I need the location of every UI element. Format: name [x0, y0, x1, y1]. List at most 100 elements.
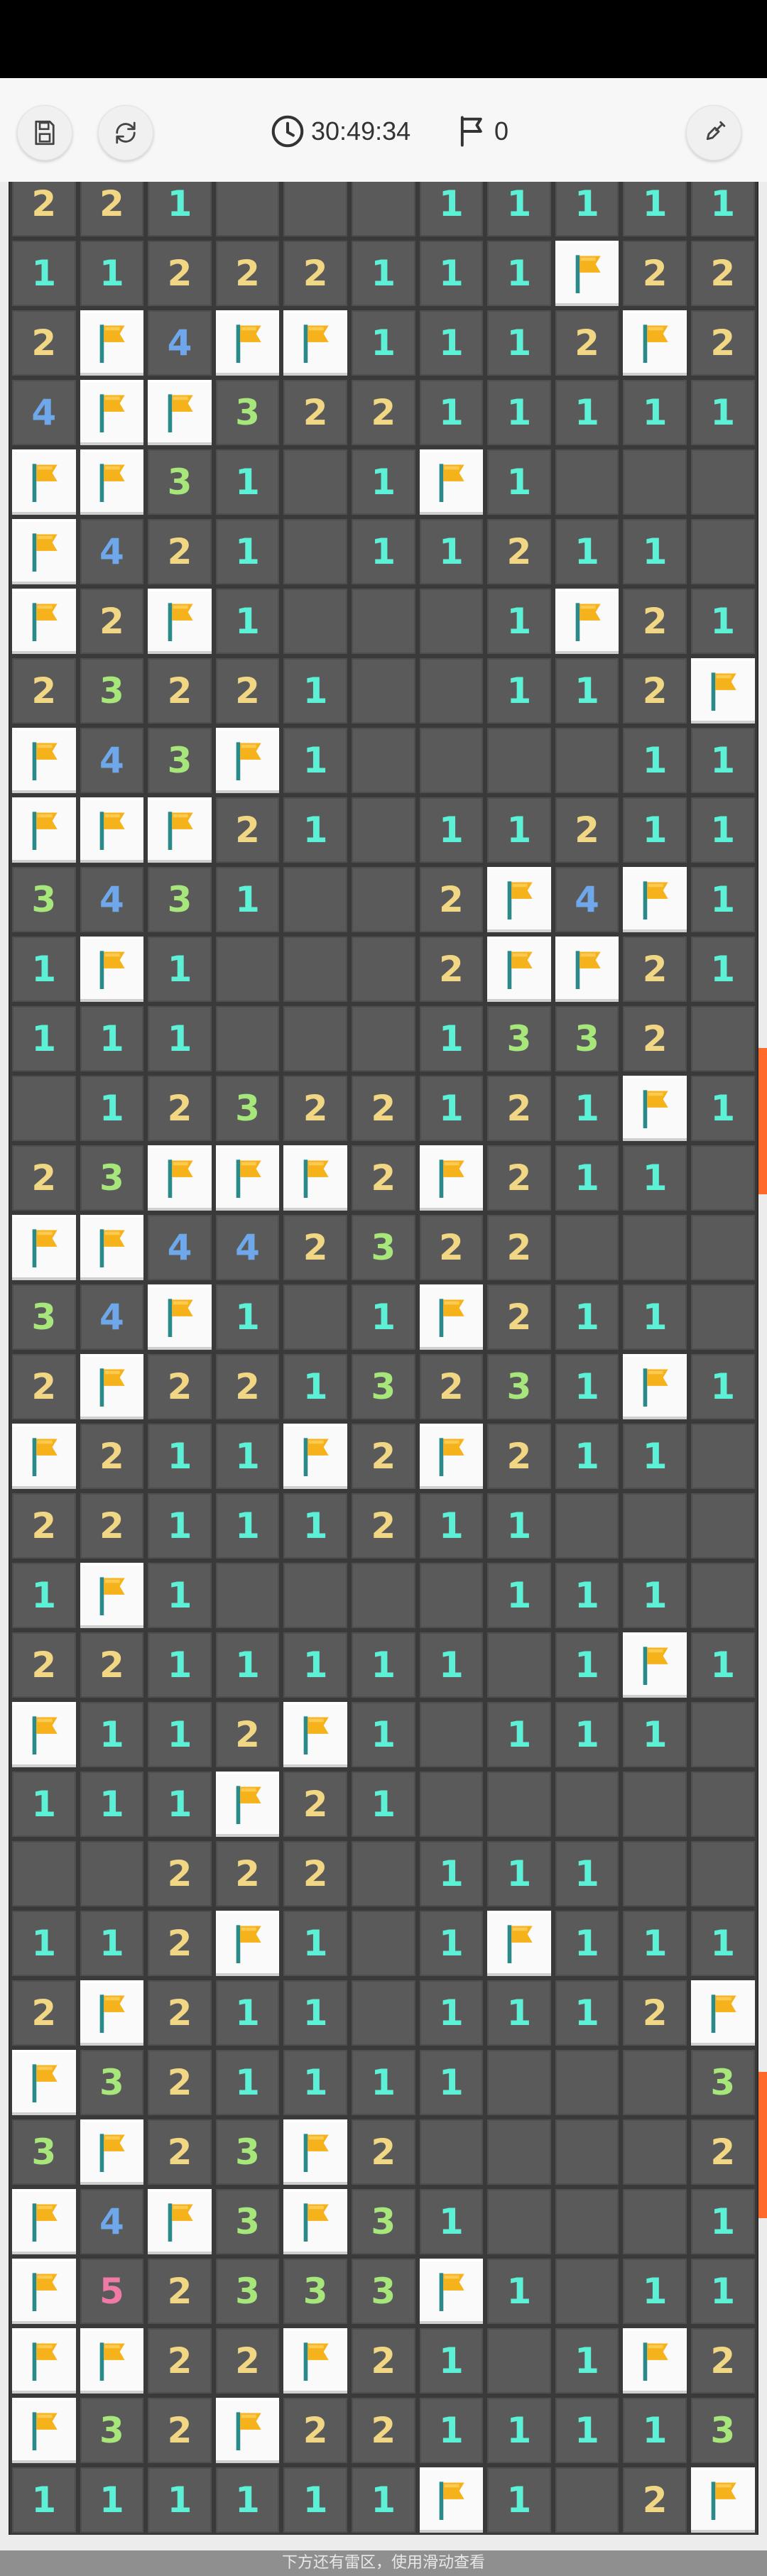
number-cell[interactable]: 2	[146, 2326, 214, 2396]
revealed-empty-cell[interactable]	[281, 1561, 349, 1630]
flagged-cell[interactable]	[213, 1909, 282, 1978]
revealed-empty-cell[interactable]	[349, 586, 418, 656]
number-cell[interactable]: 2	[281, 1074, 349, 1143]
number-cell[interactable]: 1	[621, 1909, 689, 1978]
number-cell[interactable]: 2	[77, 182, 146, 239]
number-cell[interactable]: 4	[146, 1213, 214, 1282]
revealed-empty-cell[interactable]	[553, 1213, 621, 1282]
number-cell[interactable]: 1	[688, 378, 757, 447]
number-cell[interactable]: 3	[553, 1004, 621, 1074]
number-cell[interactable]: 3	[213, 2117, 282, 2187]
number-cell[interactable]: 3	[485, 1004, 553, 1074]
revealed-empty-cell[interactable]	[349, 1839, 418, 1909]
number-cell[interactable]: 3	[10, 1282, 78, 1352]
revealed-empty-cell[interactable]	[417, 1769, 486, 1839]
number-cell[interactable]: 1	[553, 1700, 621, 1769]
number-cell[interactable]: 1	[553, 1630, 621, 1700]
revealed-empty-cell[interactable]	[213, 1004, 282, 1074]
number-cell[interactable]: 2	[213, 239, 282, 308]
revealed-empty-cell[interactable]	[349, 1978, 418, 2048]
flagged-cell[interactable]	[10, 517, 78, 586]
flagged-cell[interactable]	[281, 1143, 349, 1213]
flagged-cell[interactable]	[553, 586, 621, 656]
flagged-cell[interactable]	[621, 1630, 689, 1700]
number-cell[interactable]: 1	[213, 586, 282, 656]
flagged-cell[interactable]	[417, 1421, 486, 1491]
flagged-cell[interactable]	[553, 934, 621, 1004]
flagged-cell[interactable]	[146, 795, 214, 865]
flagged-cell[interactable]	[146, 1143, 214, 1213]
flagged-cell[interactable]	[553, 239, 621, 308]
number-cell[interactable]: 1	[213, 517, 282, 586]
number-cell[interactable]: 2	[146, 1074, 214, 1143]
revealed-empty-cell[interactable]	[485, 2117, 553, 2187]
number-cell[interactable]: 2	[213, 795, 282, 865]
number-cell[interactable]: 1	[213, 2465, 282, 2535]
revealed-empty-cell[interactable]	[10, 1074, 78, 1143]
flagged-cell[interactable]	[417, 447, 486, 517]
number-cell[interactable]: 1	[485, 378, 553, 447]
number-cell[interactable]: 2	[621, 2465, 689, 2535]
revealed-empty-cell[interactable]	[485, 2048, 553, 2117]
flagged-cell[interactable]	[77, 1561, 146, 1630]
number-cell[interactable]: 1	[485, 182, 553, 239]
number-cell[interactable]: 1	[417, 1074, 486, 1143]
number-cell[interactable]: 1	[621, 795, 689, 865]
flagged-cell[interactable]	[146, 1282, 214, 1352]
number-cell[interactable]: 2	[10, 1491, 78, 1561]
number-cell[interactable]: 1	[146, 182, 214, 239]
number-cell[interactable]: 1	[146, 1421, 214, 1491]
number-cell[interactable]: 2	[688, 2117, 757, 2187]
number-cell[interactable]: 1	[77, 1004, 146, 1074]
number-cell[interactable]: 1	[485, 586, 553, 656]
flagged-cell[interactable]	[281, 1700, 349, 1769]
number-cell[interactable]: 2	[146, 656, 214, 726]
number-cell[interactable]: 1	[688, 865, 757, 934]
number-cell[interactable]: 1	[417, 1491, 486, 1561]
revealed-empty-cell[interactable]	[417, 726, 486, 795]
number-cell[interactable]: 1	[417, 1909, 486, 1978]
number-cell[interactable]: 2	[417, 1213, 486, 1282]
revealed-empty-cell[interactable]	[553, 2048, 621, 2117]
number-cell[interactable]: 1	[621, 1143, 689, 1213]
number-cell[interactable]: 1	[553, 1352, 621, 1421]
number-cell[interactable]: 1	[688, 2256, 757, 2326]
revealed-empty-cell[interactable]	[485, 1630, 553, 1700]
flagged-cell[interactable]	[10, 2187, 78, 2256]
flagged-cell[interactable]	[621, 308, 689, 378]
flagged-cell[interactable]	[10, 2048, 78, 2117]
number-cell[interactable]: 2	[281, 2396, 349, 2465]
number-cell[interactable]: 2	[621, 934, 689, 1004]
flagged-cell[interactable]	[485, 934, 553, 1004]
number-cell[interactable]: 3	[77, 1143, 146, 1213]
number-cell[interactable]: 2	[213, 1839, 282, 1909]
number-cell[interactable]: 1	[553, 1978, 621, 2048]
flagged-cell[interactable]	[213, 308, 282, 378]
number-cell[interactable]: 1	[281, 795, 349, 865]
number-cell[interactable]: 3	[349, 1352, 418, 1421]
number-cell[interactable]: 1	[621, 1700, 689, 1769]
flagged-cell[interactable]	[688, 2465, 757, 2535]
revealed-empty-cell[interactable]	[553, 2465, 621, 2535]
number-cell[interactable]: 2	[146, 517, 214, 586]
number-cell[interactable]: 2	[349, 1421, 418, 1491]
number-cell[interactable]: 2	[349, 2396, 418, 2465]
flagged-cell[interactable]	[281, 2187, 349, 2256]
number-cell[interactable]: 2	[146, 239, 214, 308]
revealed-empty-cell[interactable]	[281, 1004, 349, 1074]
number-cell[interactable]: 2	[349, 2117, 418, 2187]
number-cell[interactable]: 1	[553, 2326, 621, 2396]
number-cell[interactable]: 1	[553, 656, 621, 726]
number-cell[interactable]: 1	[688, 1074, 757, 1143]
number-cell[interactable]: 2	[485, 1213, 553, 1282]
revealed-empty-cell[interactable]	[281, 586, 349, 656]
number-cell[interactable]: 2	[10, 1143, 78, 1213]
flagged-cell[interactable]	[77, 308, 146, 378]
number-cell[interactable]: 2	[621, 656, 689, 726]
number-cell[interactable]: 3	[146, 726, 214, 795]
revealed-empty-cell[interactable]	[485, 1769, 553, 1839]
flagged-cell[interactable]	[213, 1143, 282, 1213]
revealed-empty-cell[interactable]	[553, 1769, 621, 1839]
revealed-empty-cell[interactable]	[621, 1839, 689, 1909]
revealed-empty-cell[interactable]	[688, 1769, 757, 1839]
